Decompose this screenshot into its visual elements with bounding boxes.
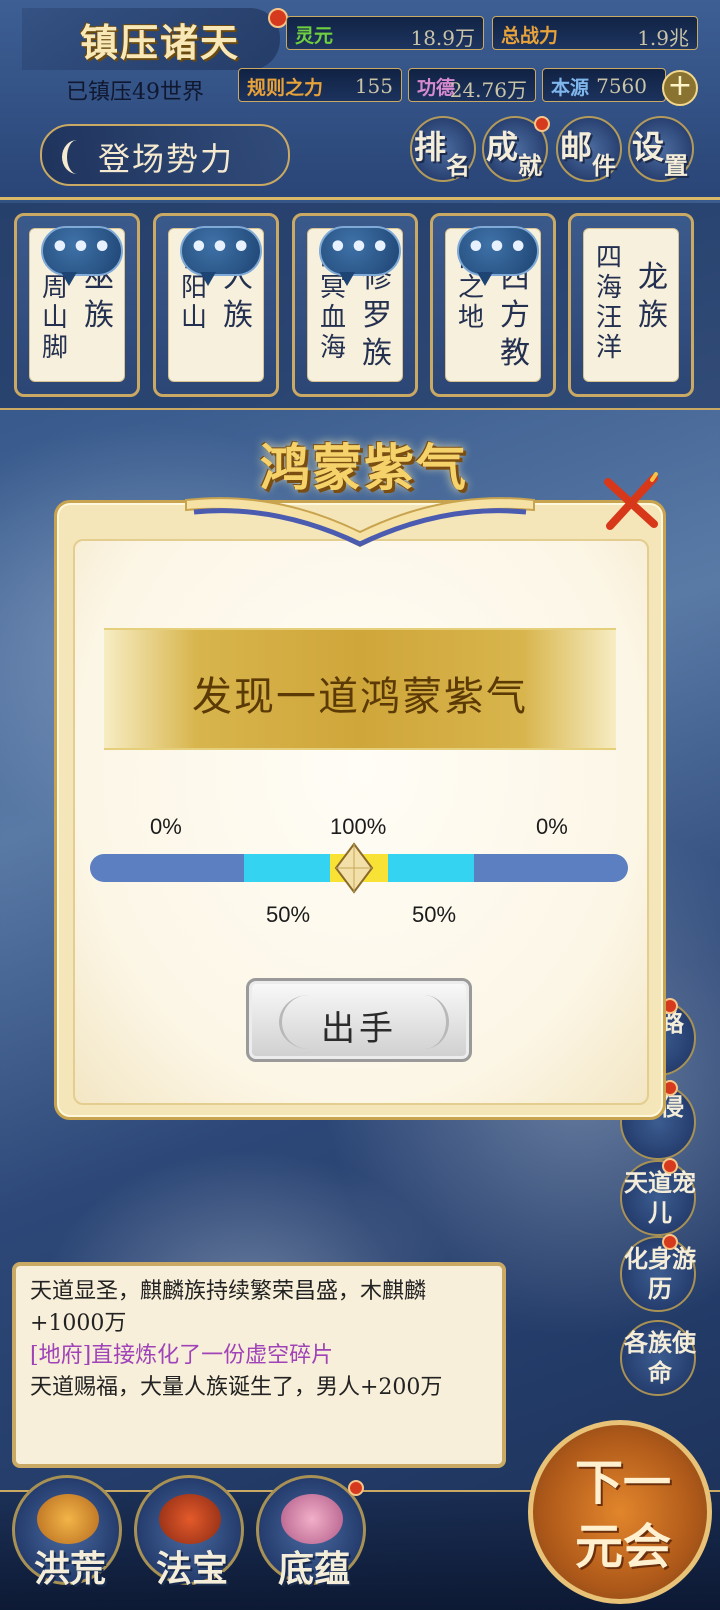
next-epoch-label: 下一元会 (574, 1455, 671, 1575)
honghuang-button[interactable]: 洪荒 (12, 1475, 122, 1590)
strike-button[interactable]: 出手 (246, 978, 472, 1062)
pct-mid-left: 50% (266, 902, 311, 927)
side-button-label: 化身游历 (624, 1244, 696, 1303)
resource-merit[interactable]: 功德 24.76万 (408, 68, 536, 102)
resource-total-power[interactable]: 总战力 1.9兆 (492, 16, 698, 50)
log-entry: 天道显圣，麒麟族持续繁荣昌盛，木麒麟+1000万 (30, 1279, 427, 1336)
bottom-button-label: 法宝 (155, 1548, 228, 1590)
discovery-banner: 发现一道鸿蒙紫气 (104, 628, 616, 750)
moon-icon (62, 140, 92, 174)
next-epoch-button[interactable]: 下一元会 (528, 1420, 712, 1604)
strike-button-label: 出手 (321, 1009, 397, 1049)
chat-bubble-icon[interactable]: ••• (319, 226, 401, 286)
chat-dots: ••• (50, 230, 114, 265)
resource-rule-power[interactable]: 规则之力 155 (238, 68, 402, 102)
card-race: 龙族 (638, 260, 668, 333)
resource-value: 155 (354, 74, 393, 98)
card-inner: 四海汪洋 龙族 (583, 228, 679, 382)
resource-label: 灵元 (295, 25, 334, 47)
tree-icon (37, 1494, 99, 1544)
discovery-message: 发现一道鸿蒙紫气 (192, 674, 528, 720)
notification-dot (662, 1234, 678, 1250)
chat-bubble-icon[interactable]: ••• (457, 226, 539, 286)
mail-char: 件 (592, 151, 616, 180)
faction-card-wuzu[interactable]: 不周山脚 巫族 ••• (14, 213, 140, 397)
faction-card-xifang[interactable]: 西之地 西方教 ••• (430, 213, 556, 397)
top-header: 镇压诸天 灵元 18.9万 总战力 1.9兆 已镇压49世界 规则之力 155 … (0, 0, 720, 200)
suppressed-worlds-text: 已镇压49世界 (66, 80, 204, 105)
resource-value: 24.76万 (449, 78, 527, 102)
ranking-char: 名 (446, 151, 470, 180)
notification-dot (662, 1158, 678, 1174)
achievement-char: 成 (486, 128, 519, 166)
pct-center: 100% (330, 814, 387, 839)
faction-card-xiuluo[interactable]: 幽冥血海 修罗族 ••• (292, 213, 418, 397)
resource-value: 7560 (596, 74, 647, 98)
mail-button[interactable]: 邮 件 (556, 116, 622, 182)
faction-button-label: 登场势力 (98, 140, 235, 178)
log-entry: [地府]直接炼化了一份虚空碎片 (30, 1343, 334, 1368)
faction-card-longzu[interactable]: 四海汪洋 龙族 (568, 213, 694, 397)
card-race: 西方教 (500, 260, 530, 371)
ranking-char: 排 (414, 128, 447, 166)
faction-card-renzu[interactable]: 首阳山 人族 ••• (153, 213, 279, 397)
chat-bubble-icon[interactable]: ••• (180, 226, 262, 286)
pct-right: 0% (536, 814, 568, 839)
log-entry: 天道赐福，大量人族诞生了，男人+200万 (30, 1375, 443, 1400)
resource-value: 18.9万 (410, 26, 475, 50)
ranking-button[interactable]: 排 名 (410, 116, 476, 182)
resource-label: 总战力 (501, 25, 559, 47)
close-icon[interactable] (598, 468, 664, 534)
game-title: 镇压诸天 (80, 20, 241, 65)
resource-label: 规则之力 (247, 77, 324, 99)
resource-value: 1.9兆 (637, 26, 689, 50)
chat-dots: ••• (466, 230, 530, 265)
modal-title: 鸿蒙紫气 (260, 438, 468, 497)
side-button-label: 天道宠儿 (624, 1168, 696, 1227)
side-button-missions[interactable]: 各族使命 (620, 1320, 696, 1396)
side-button-label: 各族使命 (624, 1328, 696, 1387)
cauldron-icon (159, 1494, 221, 1544)
chat-dots: ••• (328, 230, 392, 265)
pct-mid-right: 50% (412, 902, 457, 927)
resource-lingyuan[interactable]: 灵元 18.9万 (286, 16, 484, 50)
fabao-button[interactable]: 法宝 (134, 1475, 244, 1590)
notification-dot (534, 116, 550, 132)
settings-button[interactable]: 设 置 (628, 116, 694, 182)
pct-left: 0% (150, 814, 182, 839)
diamond-marker-icon (334, 842, 374, 894)
notification-dot (268, 8, 288, 28)
card-race: 修罗族 (362, 260, 392, 371)
settings-char: 设 (632, 128, 665, 166)
bottom-button-label: 洪荒 (33, 1548, 106, 1590)
faction-button[interactable]: 登场势力 (40, 124, 290, 186)
side-button-avatar-travel[interactable]: 化身游历 (620, 1236, 696, 1312)
event-log[interactable]: 天道显圣，麒麟族持续繁荣昌盛，木麒麟+1000万 [地府]直接炼化了一份虚空碎片… (12, 1262, 506, 1468)
resource-label: 本源 (551, 77, 590, 99)
side-button-favored[interactable]: 天道宠儿 (620, 1160, 696, 1236)
mail-char: 邮 (560, 128, 593, 166)
chat-bubble-icon[interactable]: ••• (41, 226, 123, 286)
chat-dots: ••• (189, 230, 253, 265)
card-place: 四海汪洋 (595, 243, 622, 363)
notification-dot (348, 1480, 364, 1496)
achievement-char: 就 (518, 151, 542, 180)
bottom-button-label: 底蕴 (277, 1548, 350, 1590)
faction-card-row: 不周山脚 巫族 ••• 首阳山 人族 ••• 幽冥血海 修罗族 ••• 西之地 … (0, 203, 720, 410)
settings-char: 置 (664, 151, 688, 180)
add-resource-button[interactable]: + (662, 70, 698, 106)
resource-origin[interactable]: 本源 7560 (542, 68, 666, 102)
lotus-icon (281, 1494, 343, 1544)
